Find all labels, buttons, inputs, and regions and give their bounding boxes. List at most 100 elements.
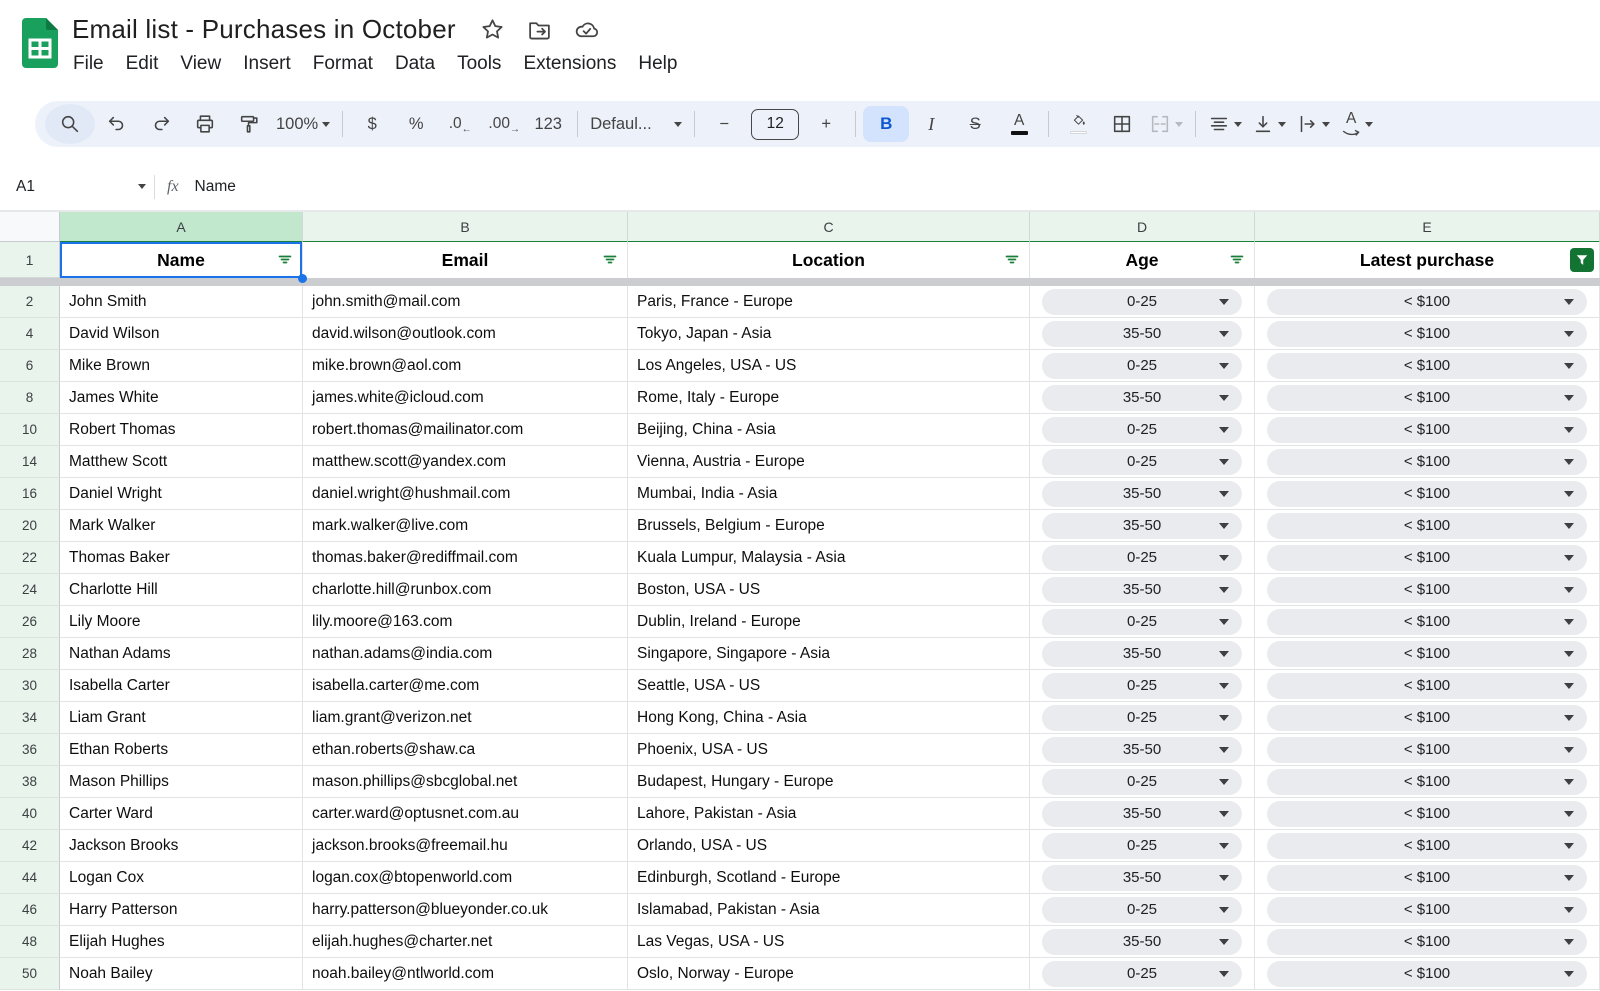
name-cell[interactable]: James White	[60, 382, 303, 414]
age-dropdown-chip[interactable]: 0-25	[1042, 417, 1242, 443]
text-color-button[interactable]: A	[997, 106, 1041, 142]
email-cell[interactable]: charlotte.hill@runbox.com	[303, 574, 628, 606]
row-header-36[interactable]: 36	[0, 734, 60, 766]
name-cell[interactable]: Robert Thomas	[60, 414, 303, 446]
row-header-20[interactable]: 20	[0, 510, 60, 542]
age-dropdown-chip[interactable]: 35-50	[1042, 641, 1242, 667]
email-cell[interactable]: mason.phillips@sbcglobal.net	[303, 766, 628, 798]
location-cell[interactable]: Boston, USA - US	[628, 574, 1030, 606]
purchase-dropdown-chip[interactable]: < $100	[1267, 353, 1587, 379]
text-rotation-button[interactable]: A	[1335, 106, 1379, 142]
age-dropdown-chip[interactable]: 0-25	[1042, 289, 1242, 315]
name-box[interactable]: A1	[0, 178, 146, 196]
row-header-6[interactable]: 6	[0, 350, 60, 382]
name-cell[interactable]: Matthew Scott	[60, 446, 303, 478]
header-cell-name[interactable]: Name	[60, 242, 303, 278]
location-cell[interactable]: Dublin, Ireland - Europe	[628, 606, 1030, 638]
age-dropdown-chip[interactable]: 0-25	[1042, 833, 1242, 859]
email-cell[interactable]: logan.cox@btopenworld.com	[303, 862, 628, 894]
column-header-D[interactable]: D	[1030, 212, 1255, 243]
star-icon[interactable]	[480, 17, 505, 42]
email-cell[interactable]: isabella.carter@me.com	[303, 670, 628, 702]
menu-item-tools[interactable]: Tools	[446, 50, 512, 78]
undo-button[interactable]	[95, 106, 139, 142]
age-dropdown-chip[interactable]: 0-25	[1042, 673, 1242, 699]
format-percent-button[interactable]: %	[394, 106, 438, 142]
row-header-1[interactable]: 1	[0, 242, 60, 278]
email-cell[interactable]: daniel.wright@hushmail.com	[303, 478, 628, 510]
row-header-46[interactable]: 46	[0, 894, 60, 926]
format-currency-button[interactable]: $	[350, 106, 394, 142]
email-cell[interactable]: nathan.adams@india.com	[303, 638, 628, 670]
purchase-dropdown-chip[interactable]: < $100	[1267, 673, 1587, 699]
name-cell[interactable]: Thomas Baker	[60, 542, 303, 574]
row-header-42[interactable]: 42	[0, 830, 60, 862]
menu-item-extensions[interactable]: Extensions	[512, 50, 627, 78]
age-dropdown-chip[interactable]: 0-25	[1042, 705, 1242, 731]
location-cell[interactable]: Beijing, China - Asia	[628, 414, 1030, 446]
move-to-folder-icon[interactable]	[527, 17, 552, 42]
purchase-dropdown-chip[interactable]: < $100	[1267, 929, 1587, 955]
purchase-dropdown-chip[interactable]: < $100	[1267, 417, 1587, 443]
filter-icon[interactable]	[1004, 252, 1020, 268]
menu-item-format[interactable]: Format	[302, 50, 384, 78]
cloud-saved-icon[interactable]	[574, 17, 599, 42]
location-cell[interactable]: Paris, France - Europe	[628, 286, 1030, 318]
name-cell[interactable]: Nathan Adams	[60, 638, 303, 670]
location-cell[interactable]: Rome, Italy - Europe	[628, 382, 1030, 414]
column-header-E[interactable]: E	[1255, 212, 1600, 243]
location-cell[interactable]: Las Vegas, USA - US	[628, 926, 1030, 958]
email-cell[interactable]: mark.walker@live.com	[303, 510, 628, 542]
email-cell[interactable]: matthew.scott@yandex.com	[303, 446, 628, 478]
purchase-dropdown-chip[interactable]: < $100	[1267, 289, 1587, 315]
filter-icon[interactable]	[602, 252, 618, 268]
name-cell[interactable]: Lily Moore	[60, 606, 303, 638]
row-header-50[interactable]: 50	[0, 958, 60, 990]
purchase-dropdown-chip[interactable]: < $100	[1267, 449, 1587, 475]
row-header-14[interactable]: 14	[0, 446, 60, 478]
email-cell[interactable]: david.wilson@outlook.com	[303, 318, 628, 350]
header-cell-latest-purchase[interactable]: Latest purchase	[1255, 242, 1600, 278]
purchase-dropdown-chip[interactable]: < $100	[1267, 961, 1587, 987]
email-cell[interactable]: lily.moore@163.com	[303, 606, 628, 638]
purchase-dropdown-chip[interactable]: < $100	[1267, 385, 1587, 411]
age-dropdown-chip[interactable]: 0-25	[1042, 545, 1242, 571]
header-cell-email[interactable]: Email	[303, 242, 628, 278]
name-cell[interactable]: Daniel Wright	[60, 478, 303, 510]
row-header-24[interactable]: 24	[0, 574, 60, 606]
menu-item-help[interactable]: Help	[627, 50, 688, 78]
email-cell[interactable]: james.white@icloud.com	[303, 382, 628, 414]
row-header-10[interactable]: 10	[0, 414, 60, 446]
menu-item-file[interactable]: File	[62, 50, 115, 78]
age-dropdown-chip[interactable]: 35-50	[1042, 929, 1242, 955]
header-cell-location[interactable]: Location	[628, 242, 1030, 278]
menu-item-view[interactable]: View	[169, 50, 232, 78]
location-cell[interactable]: Islamabad, Pakistan - Asia	[628, 894, 1030, 926]
row-header-22[interactable]: 22	[0, 542, 60, 574]
age-dropdown-chip[interactable]: 35-50	[1042, 513, 1242, 539]
name-cell[interactable]: Carter Ward	[60, 798, 303, 830]
name-cell[interactable]: Ethan Roberts	[60, 734, 303, 766]
purchase-dropdown-chip[interactable]: < $100	[1267, 801, 1587, 827]
increase-font-size-button[interactable]: +	[804, 106, 848, 142]
decrease-font-size-button[interactable]: −	[702, 106, 746, 142]
age-dropdown-chip[interactable]: 35-50	[1042, 801, 1242, 827]
menu-item-insert[interactable]: Insert	[232, 50, 302, 78]
location-cell[interactable]: Budapest, Hungary - Europe	[628, 766, 1030, 798]
location-cell[interactable]: Singapore, Singapore - Asia	[628, 638, 1030, 670]
email-cell[interactable]: noah.bailey@ntlworld.com	[303, 958, 628, 990]
purchase-dropdown-chip[interactable]: < $100	[1267, 705, 1587, 731]
purchase-dropdown-chip[interactable]: < $100	[1267, 513, 1587, 539]
location-cell[interactable]: Mumbai, India - Asia	[628, 478, 1030, 510]
row-header-34[interactable]: 34	[0, 702, 60, 734]
italic-button[interactable]: I	[909, 106, 953, 142]
fill-color-button[interactable]	[1056, 106, 1100, 142]
email-cell[interactable]: harry.patterson@blueyonder.co.uk	[303, 894, 628, 926]
email-cell[interactable]: thomas.baker@rediffmail.com	[303, 542, 628, 574]
location-cell[interactable]: Seattle, USA - US	[628, 670, 1030, 702]
location-cell[interactable]: Edinburgh, Scotland - Europe	[628, 862, 1030, 894]
select-all-corner[interactable]	[0, 212, 60, 242]
name-cell[interactable]: Liam Grant	[60, 702, 303, 734]
increase-decimal-button[interactable]: .00→	[482, 106, 526, 142]
age-dropdown-chip[interactable]: 0-25	[1042, 769, 1242, 795]
